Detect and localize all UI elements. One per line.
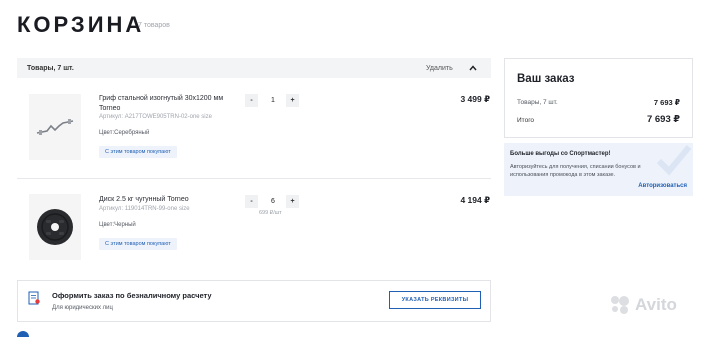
- product-image[interactable]: [29, 94, 81, 160]
- product-sku: Артикул: A217TOWE905TRN-02-one size: [99, 114, 212, 120]
- product-image[interactable]: [29, 194, 81, 260]
- cart-item: Диск 2.5 кг чугунный Torneo Артикул: 119…: [17, 188, 491, 268]
- summary-heading: Ваш заказ: [517, 73, 575, 85]
- quantity-value[interactable]: 6: [263, 195, 283, 208]
- product-color: Цвет:Серебряный: [99, 130, 150, 136]
- document-icon: [28, 291, 40, 305]
- product-name[interactable]: Гриф стальной изогнутый 30х1200 мм Torne…: [99, 94, 229, 114]
- summary-items-value: 7 693 ₽: [653, 98, 680, 107]
- item-price: 3 499 ₽: [460, 94, 490, 104]
- avito-logo-icon: [611, 296, 629, 314]
- page-title: КОРЗИНА: [17, 12, 145, 37]
- related-products-tag[interactable]: С этим товаром покупают: [99, 238, 177, 250]
- cart-items-label: Товары, 7 шт.: [27, 64, 74, 72]
- invoice-title: Оформить заказ по безналичному расчету: [52, 291, 212, 300]
- page-item-count: 7 товаров: [138, 22, 170, 29]
- avito-watermark: Avito: [609, 294, 677, 316]
- enter-details-button[interactable]: УКАЗАТЬ РЕКВИЗИТЫ: [389, 291, 481, 309]
- quantity-plus-button[interactable]: +: [286, 94, 299, 107]
- summary-items-label: Товары, 7 шт.: [517, 99, 558, 106]
- related-products-tag[interactable]: С этим товаром покупают: [99, 146, 177, 158]
- cart-item: Гриф стальной изогнутый 30х1200 мм Torne…: [17, 88, 491, 173]
- summary-total-label: Итого: [517, 117, 535, 124]
- checkmark-decor-icon: [656, 145, 692, 176]
- watermark-text: Avito: [635, 295, 677, 314]
- quantity-value[interactable]: 1: [263, 94, 283, 107]
- chat-button-partial[interactable]: [17, 331, 29, 337]
- summary-total-value: 7 693 ₽: [646, 114, 680, 125]
- promo-title: Больше выгоды со Спортмастер!: [510, 151, 611, 157]
- product-name[interactable]: Диск 2.5 кг чугунный Torneo: [99, 195, 229, 205]
- quantity-minus-button[interactable]: -: [245, 94, 258, 107]
- item-price: 4 194 ₽: [460, 195, 490, 205]
- product-sku: Артикул: 119014TRN-99-one size: [99, 206, 190, 212]
- quantity-plus-button[interactable]: +: [286, 195, 299, 208]
- cart-header: Товары, 7 шт. Удалить: [17, 58, 491, 78]
- weight-plate-icon: [37, 209, 73, 245]
- login-promo: Больше выгоды со Спортмастер! Авторизуйт…: [504, 143, 693, 196]
- promo-text: Авторизуйтесь для получения, списании бо…: [510, 164, 641, 178]
- invoice-subtitle: Для юридических лиц: [52, 305, 113, 311]
- invoice-panel: Оформить заказ по безналичному расчету Д…: [17, 280, 491, 322]
- item-divider: [17, 178, 491, 179]
- unit-price: 699 ₽/шт: [259, 210, 282, 216]
- order-summary: Ваш заказ Товары, 7 шт. 7 693 ₽ Итого 7 …: [504, 58, 693, 138]
- login-link[interactable]: Авторизоваться: [638, 183, 687, 189]
- delete-button[interactable]: Удалить: [426, 65, 453, 72]
- product-color: Цвет:Черный: [99, 222, 136, 228]
- barbell-icon: [36, 119, 74, 135]
- chevron-up-icon[interactable]: [468, 63, 478, 73]
- quantity-minus-button[interactable]: -: [245, 195, 258, 208]
